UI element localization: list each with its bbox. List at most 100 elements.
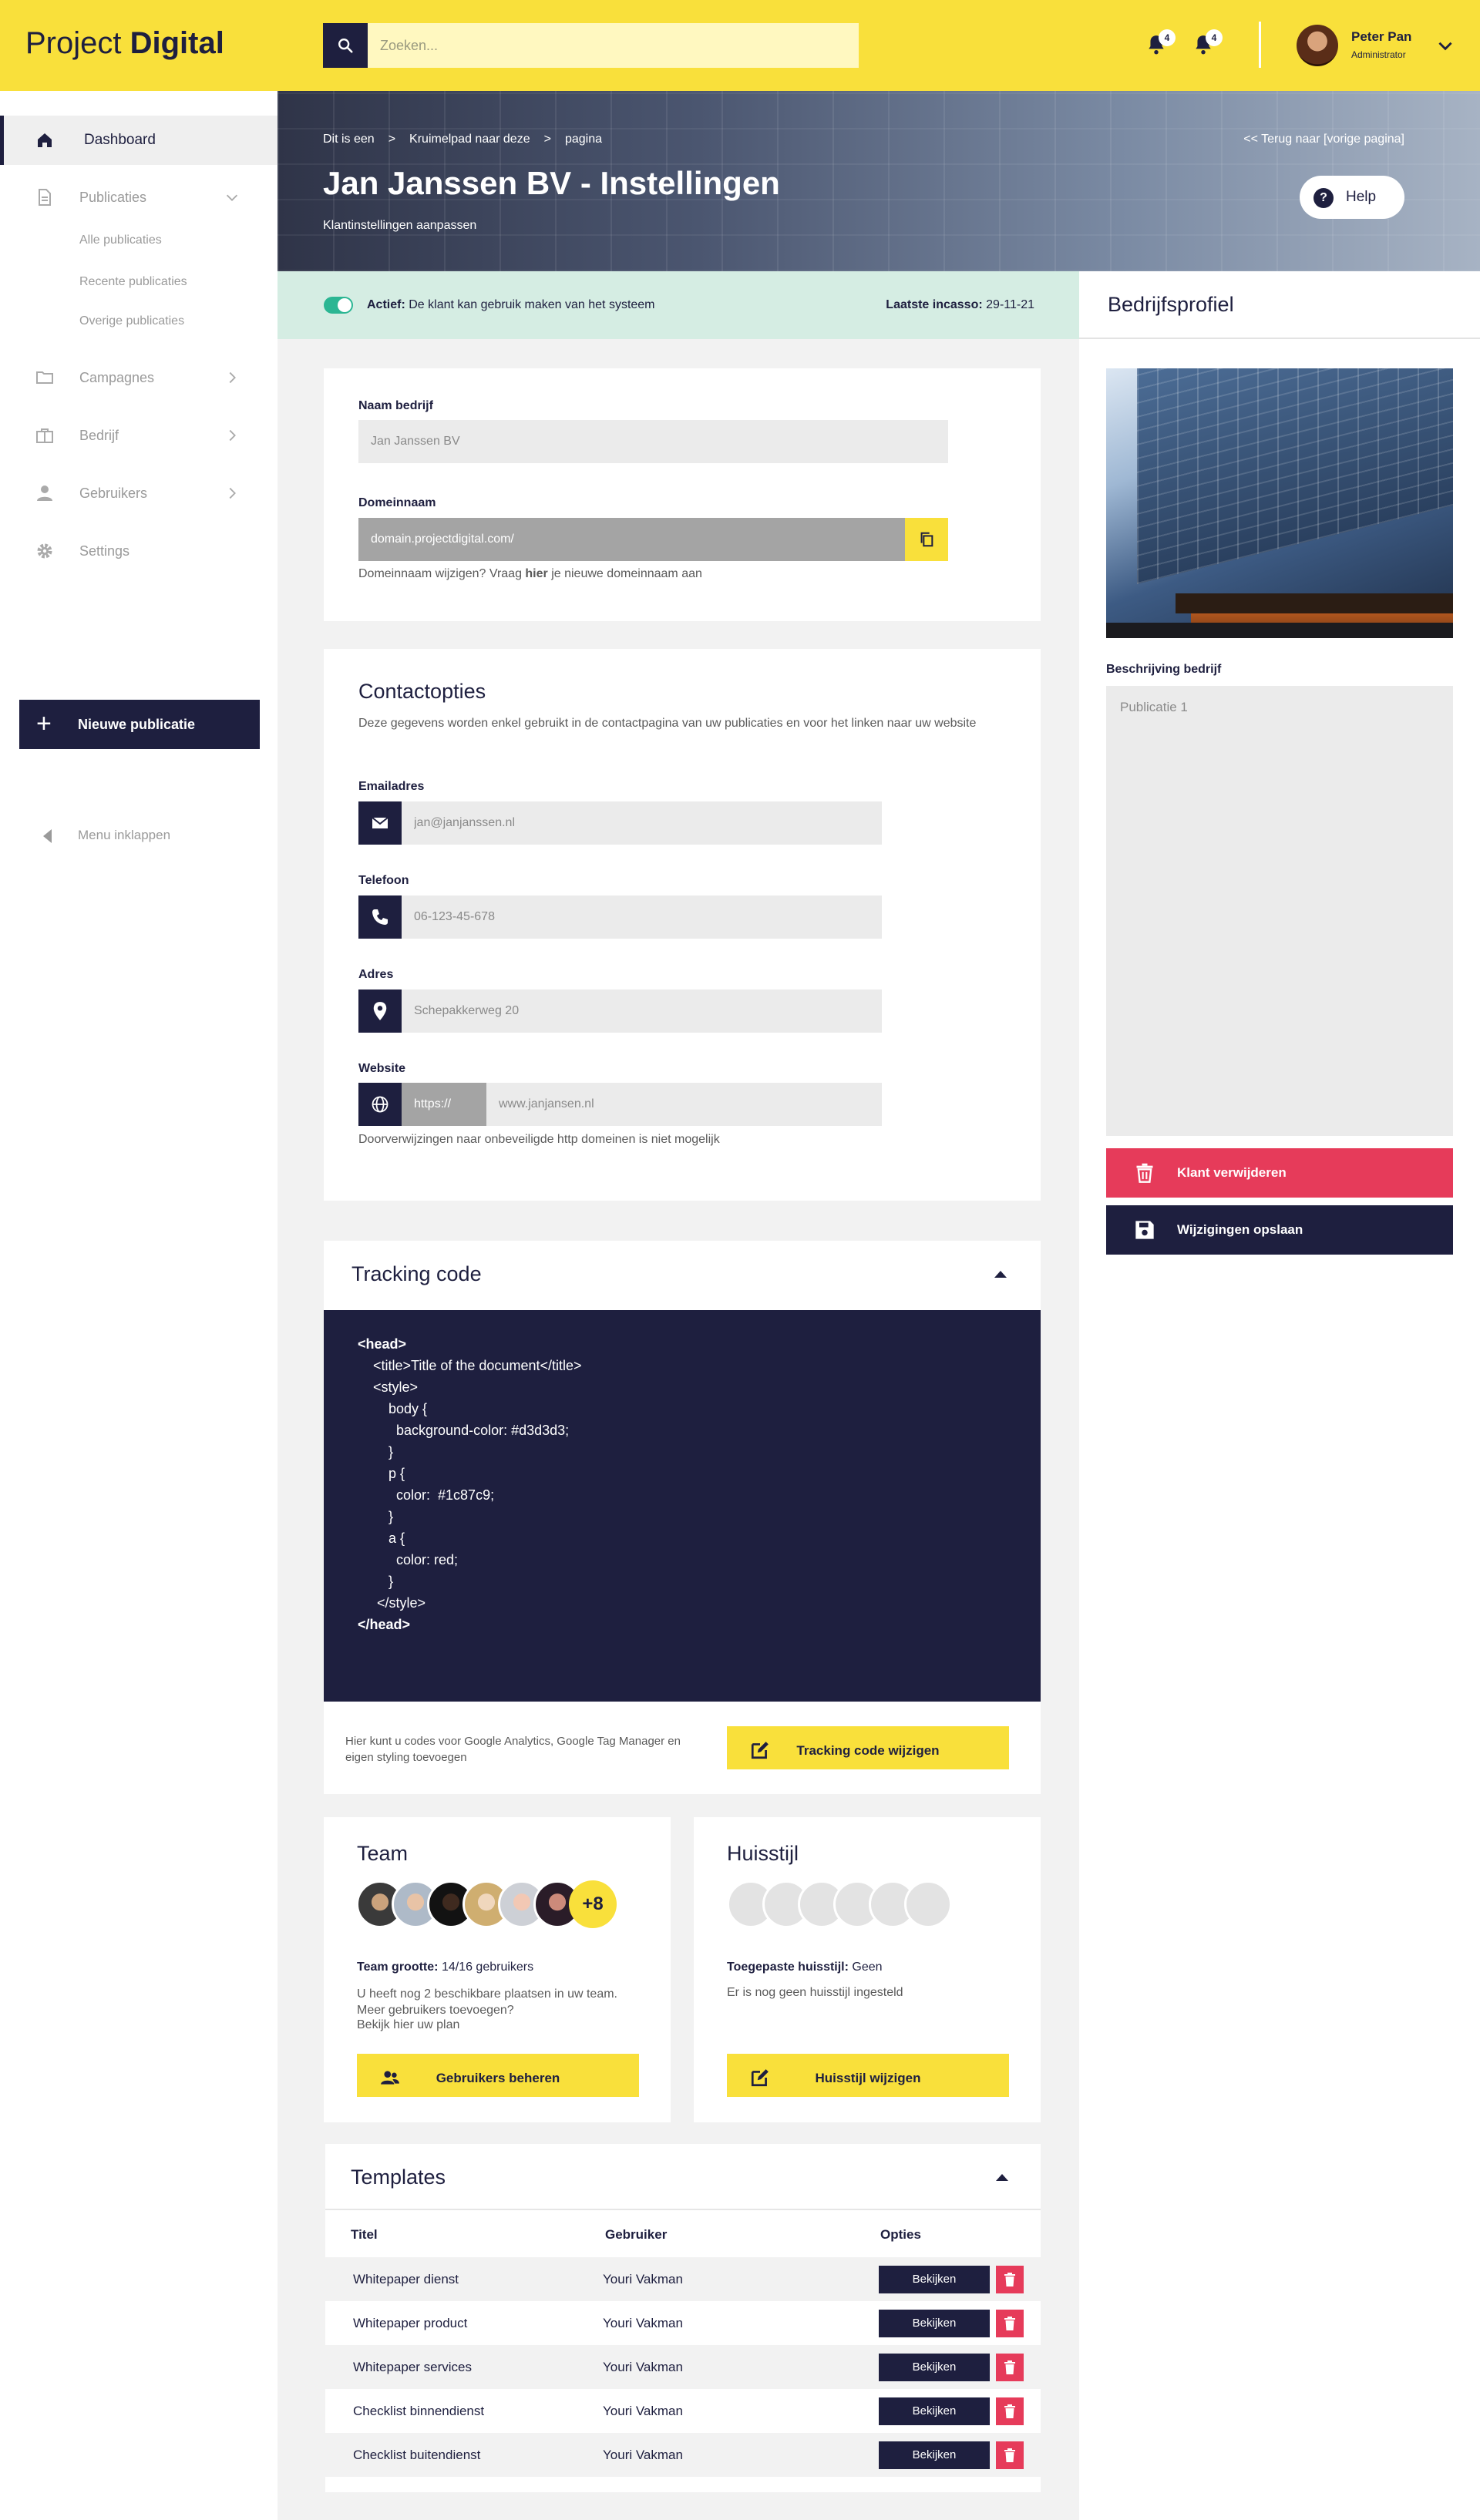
sidebar-item-label: Bedrijf	[79, 427, 119, 443]
team-text: U heeft nog 2 beschikbare plaatsen in uw…	[357, 1987, 617, 2017]
view-button[interactable]: Bekijken	[879, 2266, 990, 2293]
search-icon	[338, 39, 353, 53]
more-members-badge[interactable]: +8	[569, 1880, 617, 1928]
copy-domain-button[interactable]	[905, 518, 948, 561]
row-user: Youri Vakman	[603, 2316, 683, 2330]
view-button[interactable]: Bekijken	[879, 2354, 990, 2381]
domain-hint-link[interactable]: hier	[525, 567, 547, 580]
caret-up-icon[interactable]	[993, 1266, 1008, 1282]
address-field[interactable]	[402, 990, 882, 1033]
row-title: Checklist binnendienst	[353, 2404, 485, 2418]
sidebar-item-dashboard[interactable]: Dashboard	[0, 116, 278, 165]
plus-icon: +	[36, 709, 52, 738]
delete-row-button[interactable]	[996, 2441, 1024, 2469]
save-changes-button[interactable]: Wijzigingen opslaan	[1106, 1205, 1453, 1255]
view-button[interactable]: Bekijken	[879, 2310, 990, 2337]
view-button[interactable]: Bekijken	[879, 2441, 990, 2469]
email-icon	[372, 817, 388, 828]
sidebar-subitem-all[interactable]: Alle publicaties	[79, 234, 162, 247]
table-row: Checklist buitendienst Youri Vakman Beki…	[325, 2433, 1041, 2477]
domain-field[interactable]	[358, 518, 905, 561]
status-active-text: De klant kan gebruik maken van het syste…	[409, 298, 655, 311]
profile-title: Bedrijfsprofiel	[1108, 293, 1234, 316]
tracking-code-block[interactable]: <head> <title>Title of the document</tit…	[324, 1310, 1041, 1702]
collapse-menu-button[interactable]: Menu inklappen	[43, 828, 170, 843]
company-image[interactable]	[1106, 368, 1453, 638]
website-field[interactable]	[486, 1083, 882, 1126]
notification-bell-2[interactable]: 4	[1193, 29, 1223, 57]
breadcrumb-item[interactable]: Kruimelpad naar deze	[409, 133, 530, 146]
trash-icon	[1004, 2317, 1015, 2330]
help-button[interactable]: ? Help	[1300, 176, 1404, 219]
table-row: Whitepaper dienst Youri Vakman Bekijken	[325, 2257, 1041, 2301]
notification-badge: 4	[1206, 29, 1223, 46]
delete-row-button[interactable]	[996, 2310, 1024, 2337]
email-label: Emailadres	[358, 780, 425, 793]
applied-style-label: Toegepaste huisstijl:	[727, 1961, 849, 1974]
question-icon: ?	[1314, 188, 1334, 208]
active-toggle[interactable]	[324, 297, 353, 314]
contact-title: Contactopties	[358, 680, 486, 703]
email-icon-box	[358, 801, 402, 845]
user-role: Administrator	[1351, 49, 1406, 60]
tracking-hint: Hier kunt u codes voor Google Analytics,…	[345, 1735, 681, 1764]
domain-hint: Domeinnaam wijzigen? Vraag hier je nieuw…	[358, 567, 702, 581]
phone-field[interactable]	[402, 895, 882, 939]
globe-icon	[372, 1096, 388, 1113]
breadcrumb-item[interactable]: pagina	[565, 133, 602, 146]
search-button[interactable]	[323, 23, 368, 68]
company-name-field[interactable]	[358, 420, 948, 463]
briefcase-icon	[36, 428, 53, 443]
sidebar: Dashboard Publicaties Alle publicaties R…	[0, 91, 278, 2520]
code-line: }	[358, 1509, 394, 1524]
sidebar-item-settings[interactable]: Settings	[0, 526, 278, 576]
sidebar-item-label: Settings	[79, 543, 130, 559]
description-field[interactable]: Publicatie 1	[1106, 686, 1453, 1136]
sidebar-item-bedrijf[interactable]: Bedrijf	[0, 411, 278, 460]
sidebar-item-publicaties[interactable]: Publicaties	[0, 173, 278, 222]
chevron-down-icon[interactable]	[1435, 35, 1455, 55]
trash-icon	[1004, 2273, 1015, 2286]
sidebar-item-gebruikers[interactable]: Gebruikers	[0, 469, 278, 518]
column-header-user: Gebruiker	[605, 2227, 668, 2242]
breadcrumb-item[interactable]: Dit is een	[323, 133, 375, 146]
app-logo[interactable]: Project Digital	[25, 26, 224, 61]
row-title: Whitepaper product	[353, 2316, 468, 2330]
search-bar	[323, 23, 859, 68]
location-pin-icon	[373, 1002, 387, 1020]
caret-up-icon[interactable]	[994, 2169, 1010, 2185]
row-user: Youri Vakman	[603, 2404, 683, 2418]
delete-client-button[interactable]: Klant verwijderen	[1106, 1148, 1453, 1198]
manage-users-button[interactable]: Gebruikers beheren	[357, 2054, 639, 2097]
sidebar-subitem-recent[interactable]: Recente publicaties	[79, 275, 187, 289]
delete-row-button[interactable]	[996, 2354, 1024, 2381]
notification-bell-1[interactable]: 4	[1146, 29, 1176, 57]
chevron-down-icon	[226, 194, 238, 201]
team-title: Team	[357, 1842, 409, 1865]
delete-row-button[interactable]	[996, 2397, 1024, 2425]
sidebar-subitem-other[interactable]: Overige publicaties	[79, 314, 184, 328]
edit-style-button[interactable]: Huisstijl wijzigen	[727, 2054, 1009, 2097]
row-user: Youri Vakman	[603, 2360, 683, 2374]
code-line: color: #1c87c9;	[358, 1487, 495, 1503]
status-text: Actief: De klant kan gebruik maken van h…	[367, 298, 655, 312]
email-field[interactable]	[402, 801, 882, 845]
sidebar-item-campagnes[interactable]: Campagnes	[0, 353, 278, 402]
search-input[interactable]	[368, 23, 859, 68]
top-bar: Project Digital 4 4 Peter Pan Administra…	[0, 0, 1480, 91]
delete-row-button[interactable]	[996, 2266, 1024, 2293]
profile-divider	[1079, 338, 1480, 339]
tracking-title: Tracking code	[352, 1262, 482, 1285]
back-link[interactable]: << Terug naar [vorige pagina]	[1243, 133, 1404, 146]
user-avatar[interactable]	[1297, 25, 1338, 66]
row-title: Checklist buitendienst	[353, 2448, 481, 2462]
view-button[interactable]: Bekijken	[879, 2397, 990, 2425]
manage-users-label: Gebruikers beheren	[436, 2071, 560, 2085]
breadcrumb: Dit is een > Kruimelpad naar deze > pagina	[323, 133, 616, 146]
table-row: Whitepaper product Youri Vakman Bekijken	[325, 2301, 1041, 2345]
table-row: Checklist binnendienst Youri Vakman Beki…	[325, 2389, 1041, 2433]
chevron-right-icon	[229, 429, 236, 442]
new-publication-button[interactable]: + Nieuwe publicatie	[19, 700, 260, 749]
edit-tracking-button[interactable]: Tracking code wijzigen	[727, 1726, 1009, 1769]
view-plan-link[interactable]: Bekijk hier uw plan	[357, 2018, 459, 2032]
